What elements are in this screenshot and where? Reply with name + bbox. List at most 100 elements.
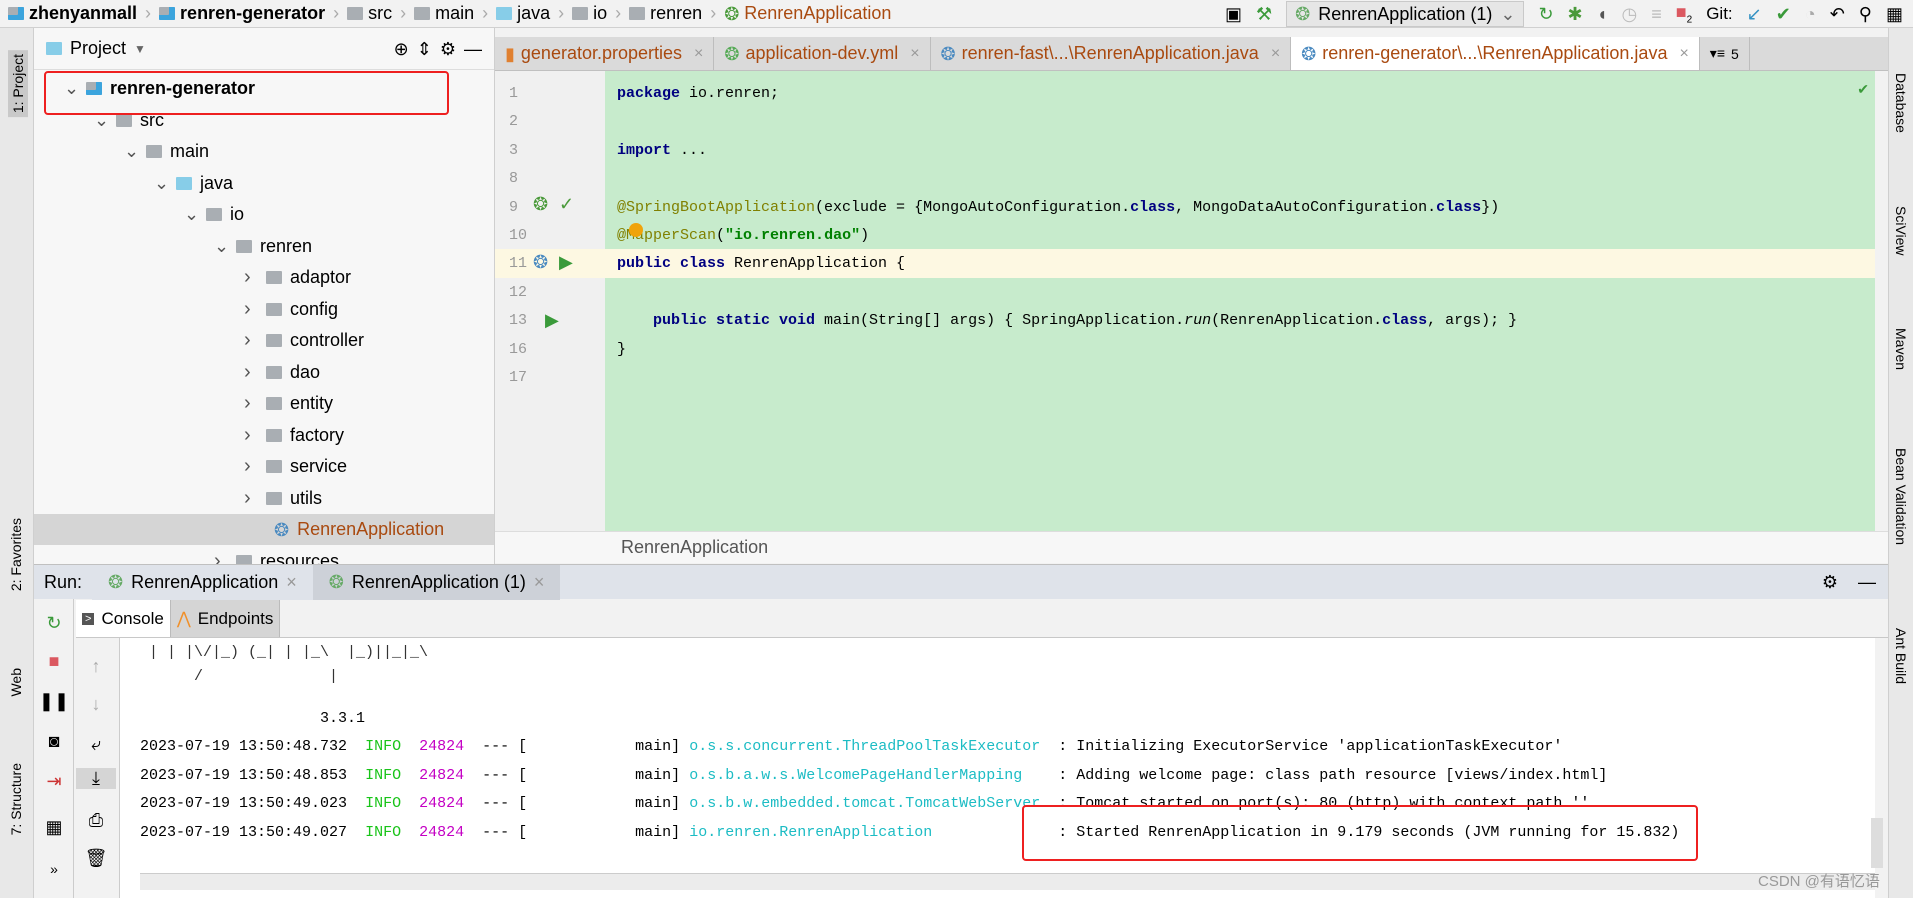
tree-item[interactable]: › entity [34,388,333,419]
run-main-gutter-icon[interactable]: ▶ [545,311,559,329]
locate-icon[interactable]: ⊕ [394,40,409,58]
bean-validation-tool-tab[interactable]: Bean Validation [1893,448,1909,545]
chevron-down-icon[interactable]: ⌄ [154,173,169,194]
code-editor[interactable]: package io.renren; import ... @SpringBoo… [605,71,1875,531]
maven-tool-tab[interactable]: Maven [1893,328,1909,370]
chevron-right-icon[interactable]: › [244,392,258,415]
sciview-tool-tab[interactable]: SciView [1893,206,1909,256]
chevron-right-icon[interactable]: › [244,361,258,384]
profile-icon[interactable]: ◷ [1622,5,1638,23]
spring-bean-icon[interactable]: ❂ [533,195,548,213]
git-rollback-icon[interactable]: ↶ [1830,5,1845,23]
editor-breadcrumb[interactable]: RenrenApplication [495,531,1888,563]
soft-wrap-icon[interactable]: ⤶ [76,734,116,755]
down-icon[interactable]: ↓ [76,694,116,715]
tree-item[interactable]: › service [34,451,347,482]
inspection-ok-icon[interactable]: ✔ [1857,81,1869,98]
chevron-down-icon[interactable]: ⌄ [184,204,199,225]
tab-console[interactable]: > Console [76,600,171,637]
close-icon[interactable]: × [534,572,545,593]
stop-icon[interactable]: ■ [34,651,74,672]
pause-icon[interactable]: ❚❚ [34,691,74,712]
hide-icon[interactable]: — [464,40,482,58]
git-history-icon[interactable]: ◔ [1805,5,1816,23]
tab-overflow-button[interactable]: ▾≡ 5 [1700,37,1750,70]
crumb-src[interactable]: src [368,3,392,24]
structure-tool-tab[interactable]: 7: Structure [8,763,24,835]
scroll-to-end-icon[interactable]: ⤓ [76,768,116,789]
git-update-icon[interactable]: ↙ [1747,5,1762,23]
rerun-icon[interactable]: ↻ [1538,5,1553,23]
tree-item[interactable]: ⌄ java [34,168,233,199]
up-icon[interactable]: ↑ [76,656,116,677]
close-icon[interactable]: × [910,45,919,63]
clear-icon[interactable]: 🗑 [76,848,116,869]
tree-item[interactable]: ⌄ renren [34,231,312,262]
tree-item[interactable]: › adaptor [34,262,351,293]
database-tool-tab[interactable]: Database [1893,73,1909,133]
ant-build-tool-tab[interactable]: Ant Build [1893,628,1909,684]
coverage-icon[interactable]: ◖ [1597,5,1608,23]
chevron-down-icon[interactable]: ▼ [134,42,146,56]
crumb-main[interactable]: main [435,3,474,24]
tree-item[interactable]: ⌄ main [34,136,209,167]
vertical-scrollbar[interactable] [1871,818,1883,868]
tree-item[interactable]: ⌄ io [34,199,244,230]
tree-item[interactable]: › controller [34,325,364,356]
chevron-down-icon[interactable]: ⌄ [214,236,229,257]
chevron-right-icon[interactable]: › [244,487,258,510]
stop-icon[interactable]: ■2 [1676,3,1692,26]
crumb-java[interactable]: java [517,3,550,24]
favorites-tool-tab[interactable]: 2: Favorites [8,518,24,591]
crumb-io[interactable]: io [593,3,607,24]
tree-item[interactable]: › config [34,294,338,325]
gear-icon[interactable]: ⚙ [440,40,456,58]
crumb-zhenyanmall[interactable]: zhenyanmall [29,3,137,24]
print-icon[interactable]: ⎙ [76,810,116,831]
debug-icon[interactable]: ✱ [1568,5,1583,23]
hide-icon[interactable]: — [1858,573,1876,591]
close-icon[interactable]: × [694,45,703,63]
chevron-right-icon[interactable]: › [244,329,258,352]
search-icon[interactable]: ⚲ [1859,5,1872,23]
dump-threads-icon[interactable]: ◙ [34,731,74,752]
collapse-all-icon[interactable]: ⇕ [417,40,432,58]
tree-item[interactable]: › utils [34,483,322,514]
gear-icon[interactable]: ⚙ [1822,573,1838,591]
rerun-icon[interactable]: ↻ [34,613,74,634]
crumb-renren-generator[interactable]: renren-generator [180,3,325,24]
crumb-renren[interactable]: renren [650,3,702,24]
tab-renren-generator-app[interactable]: ❂ renren-generator\...\RenrenApplication.… [1291,37,1700,70]
project-view-select[interactable]: Project [70,38,126,59]
close-icon[interactable]: × [286,572,297,593]
tree-item[interactable]: › dao [34,357,320,388]
chevron-right-icon[interactable]: › [244,424,258,447]
layout-icon[interactable]: ▦ [34,817,74,838]
close-icon[interactable]: × [1271,45,1280,63]
tab-generator-properties[interactable]: ▮ generator.properties × [495,37,715,70]
step-icon[interactable]: ≡ [1651,5,1662,23]
run-tab-renrenapplication[interactable]: ❂ RenrenApplication × [92,564,313,600]
run-gutter-icon[interactable]: ▶ [559,253,573,271]
project-tool-tab[interactable]: 1: Project [8,50,28,118]
chevron-right-icon[interactable]: › [244,455,258,478]
run-config-select[interactable]: ❂ RenrenApplication (1) ⌄ [1286,1,1525,27]
git-commit-icon[interactable]: ✔ [1776,5,1791,23]
horizontal-scrollbar[interactable] [140,873,1875,890]
crumb-renrenapplication[interactable]: RenrenApplication [744,3,891,24]
run-tab-renrenapplication-1[interactable]: ❂ RenrenApplication (1) × [312,564,561,600]
spring-config-icon[interactable]: ✓ [559,195,574,213]
tree-item[interactable]: › factory [34,420,344,451]
more-icon[interactable]: » [34,861,74,877]
close-icon[interactable]: × [1679,45,1688,63]
chevron-right-icon[interactable]: › [244,266,258,289]
spring-class-icon[interactable]: ❂ [533,253,548,271]
import-icon[interactable]: ⇥ [34,771,74,792]
tab-renren-fast-app[interactable]: ❂ renren-fast\...\RenrenApplication.java × [931,37,1292,70]
web-tool-tab[interactable]: Web [8,668,24,697]
tab-endpoints[interactable]: ⋀ Endpoints [170,600,281,637]
project-structure-icon[interactable]: ▦ [1886,5,1903,23]
build-hammer-icon[interactable]: ⚒ [1256,5,1272,23]
tab-application-dev-yml[interactable]: ❂ application-dev.yml × [714,37,931,70]
tree-item[interactable]: ❂ RenrenApplication [34,514,494,545]
